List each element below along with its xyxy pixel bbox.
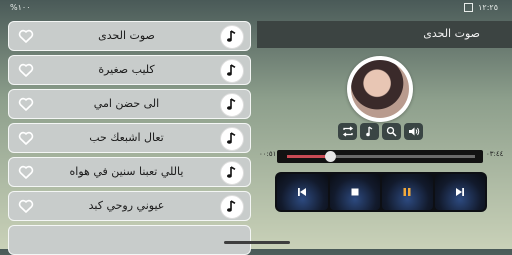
stop-icon bbox=[351, 188, 359, 196]
heart-icon[interactable] bbox=[17, 95, 35, 113]
song-row[interactable]: الى حضن امي bbox=[8, 89, 251, 119]
music-note-icon[interactable] bbox=[220, 25, 244, 49]
music-note-icon[interactable] bbox=[220, 127, 244, 151]
repeat-icon bbox=[342, 126, 353, 137]
volume-icon bbox=[408, 127, 419, 136]
search-icon bbox=[386, 126, 397, 137]
heart-icon[interactable] bbox=[17, 61, 35, 79]
song-row-partial[interactable] bbox=[8, 225, 251, 255]
tool-buttons bbox=[338, 123, 423, 140]
elapsed-time: ٠٠:٥١ bbox=[259, 150, 277, 158]
song-title: كليب صغيرة bbox=[98, 63, 155, 76]
seek-progress bbox=[287, 155, 330, 158]
music-note-icon[interactable] bbox=[220, 195, 244, 219]
now-playing-header: صوت الحدى bbox=[257, 21, 512, 48]
song-title: عيوني روحي كبد bbox=[88, 199, 165, 212]
status-bar: %١٠٠ ١٢:٢٥ bbox=[0, 0, 512, 16]
song-title: صوت الحدى bbox=[98, 29, 155, 42]
music-note-icon[interactable] bbox=[220, 161, 244, 185]
song-row[interactable]: كليب صغيرة bbox=[8, 55, 251, 85]
music-button[interactable] bbox=[360, 123, 379, 140]
heart-icon[interactable] bbox=[17, 27, 35, 45]
status-right: ١٢:٢٥ bbox=[464, 3, 498, 12]
seek-thumb[interactable] bbox=[325, 151, 336, 162]
duration-time: ٠٣:٤٤ bbox=[486, 150, 504, 158]
clock: ١٢:٢٥ bbox=[478, 3, 498, 12]
home-indicator[interactable] bbox=[224, 241, 290, 244]
music-note-icon[interactable] bbox=[220, 59, 244, 83]
song-row[interactable]: تعال اشبعك حب bbox=[8, 123, 251, 153]
previous-button[interactable] bbox=[277, 174, 328, 210]
album-art bbox=[347, 56, 413, 122]
previous-icon bbox=[298, 188, 307, 196]
pause-icon bbox=[403, 188, 411, 196]
stop-button[interactable] bbox=[329, 174, 380, 210]
heart-icon[interactable] bbox=[17, 197, 35, 215]
song-title: تعال اشبعك حب bbox=[89, 131, 164, 144]
seek-remaining bbox=[336, 155, 475, 158]
notification-icon bbox=[464, 3, 474, 12]
artist-photo bbox=[351, 60, 409, 118]
next-icon bbox=[455, 188, 464, 196]
heart-icon[interactable] bbox=[17, 129, 35, 147]
song-row[interactable]: صوت الحدى bbox=[8, 21, 251, 51]
search-button[interactable] bbox=[382, 123, 401, 140]
volume-button[interactable] bbox=[404, 123, 423, 140]
heart-icon[interactable] bbox=[17, 163, 35, 181]
music-note-icon[interactable] bbox=[220, 93, 244, 117]
now-playing-title: صوت الحدى bbox=[423, 27, 480, 40]
music-note-icon bbox=[365, 126, 372, 137]
song-title: الى حضن امي bbox=[93, 97, 160, 110]
seek-bar[interactable] bbox=[277, 150, 483, 163]
song-row[interactable]: ياللي تعبنا سنين في هواه bbox=[8, 157, 251, 187]
repeat-button[interactable] bbox=[338, 123, 357, 140]
song-title: ياللي تعبنا سنين في هواه bbox=[69, 165, 184, 178]
next-button[interactable] bbox=[434, 174, 485, 210]
battery-text: %١٠٠ bbox=[10, 3, 31, 12]
battery-indicator: %١٠٠ bbox=[10, 3, 31, 12]
playback-controls bbox=[275, 172, 487, 212]
song-row[interactable]: عيوني روحي كبد bbox=[8, 191, 251, 221]
pause-button[interactable] bbox=[382, 174, 433, 210]
